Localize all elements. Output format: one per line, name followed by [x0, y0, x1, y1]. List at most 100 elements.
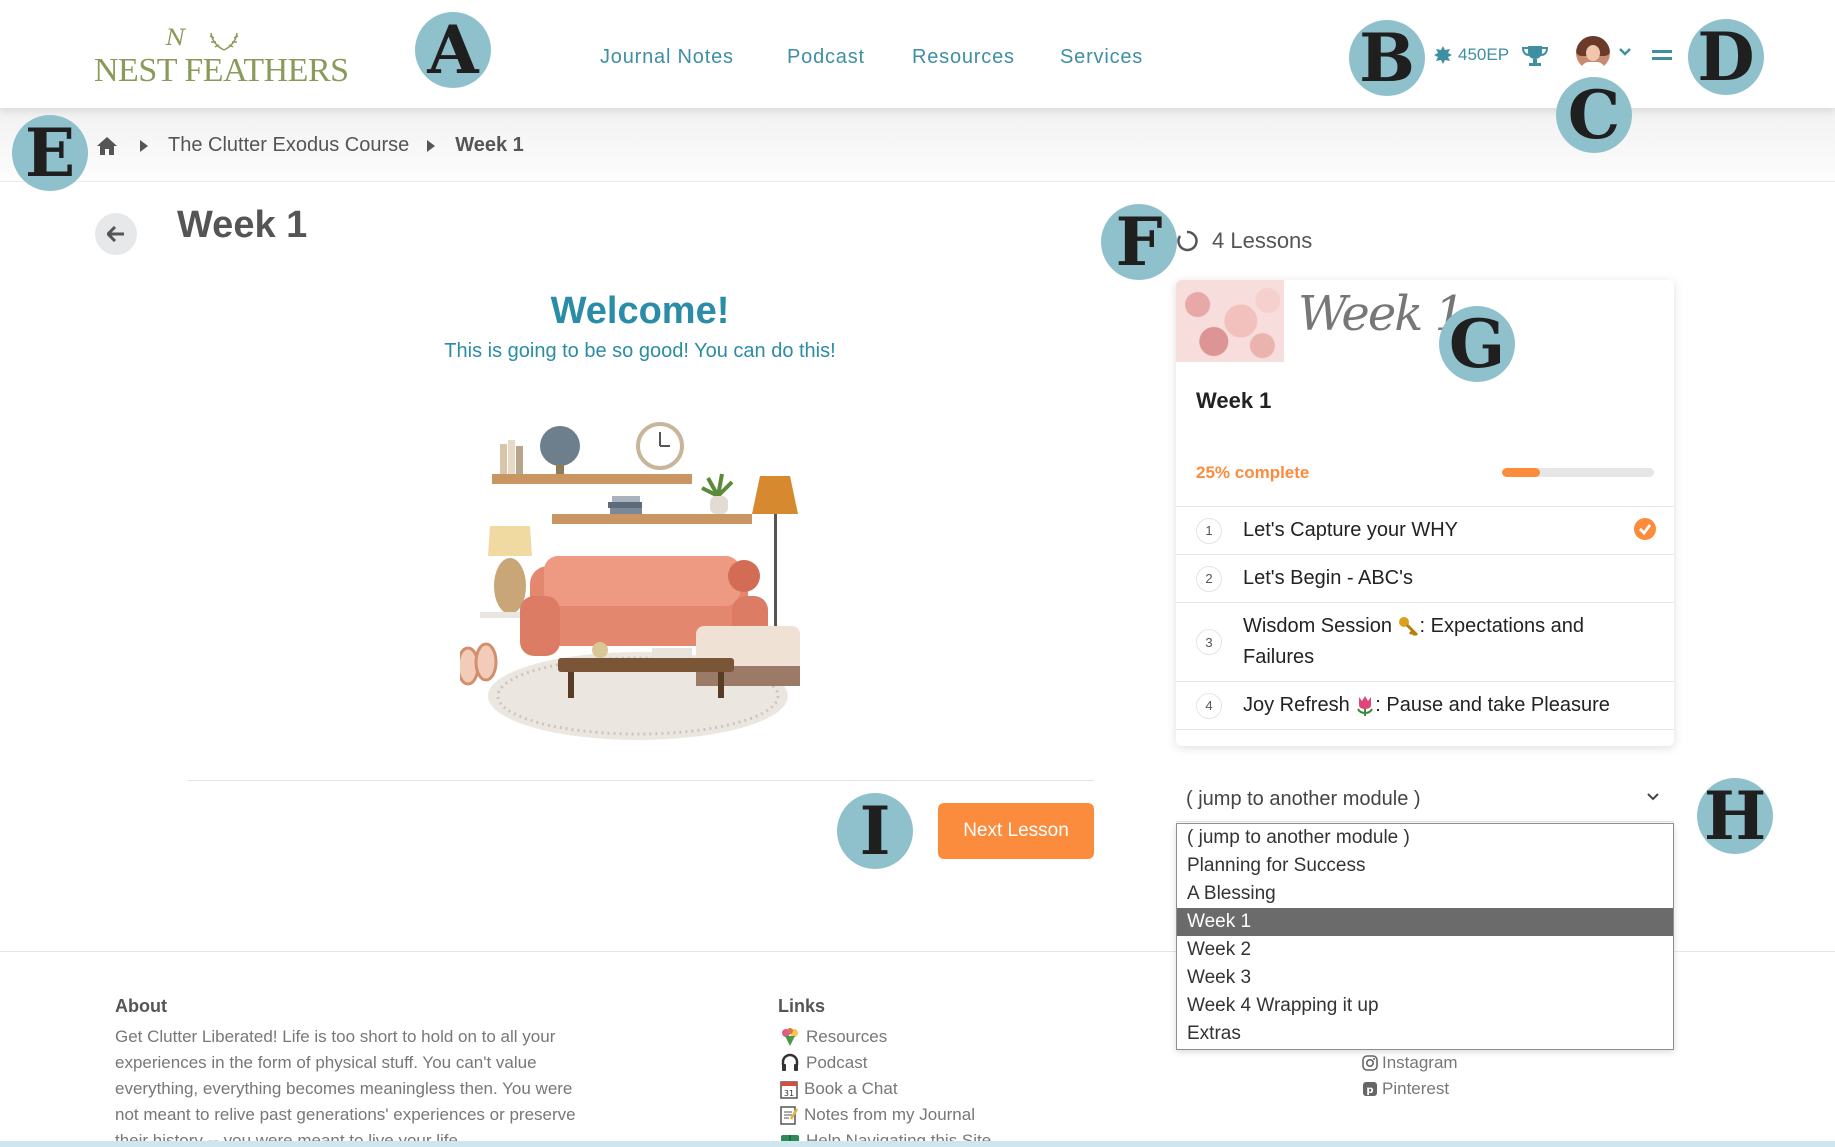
jump-select-value: ( jump to another module ) [1186, 788, 1421, 810]
footer-social-pinterest[interactable]: p Pinterest [1362, 1076, 1458, 1102]
flowers-image [1176, 280, 1284, 362]
annotation-marker-i: I [837, 793, 913, 869]
footer-link-label: Notes from my Journal [804, 1105, 975, 1124]
lesson-item[interactable]: 4 Joy Refresh : Pause and take Pleasure [1176, 681, 1674, 730]
breadcrumb-current: Week 1 [455, 134, 524, 156]
living-room-illustration [460, 422, 800, 740]
footer-social: Instagram p Pinterest [1362, 1050, 1458, 1102]
nest-feathers-logo[interactable]: N NEST FEATHERS [94, 26, 349, 92]
pinterest-icon: p [1363, 1082, 1377, 1096]
annotation-marker-a: A [415, 12, 491, 88]
lesson-label[interactable]: Wisdom Session : Expectations and Failur… [1243, 611, 1623, 673]
jump-option[interactable]: ( jump to another module ) [1177, 824, 1673, 852]
hamburger-menu-icon[interactable] [1652, 50, 1672, 60]
avatar[interactable] [1576, 36, 1610, 70]
footer-links: Resources Podcast 31 Book a Chat Notes f… [780, 1024, 991, 1147]
nav-journal-notes[interactable]: Journal Notes [600, 46, 734, 69]
footer-social-label: Instagram [1382, 1053, 1458, 1072]
footer-link-notes[interactable]: Notes from my Journal [780, 1102, 991, 1128]
lesson-number: 2 [1196, 565, 1222, 592]
progress-bar [1502, 468, 1654, 477]
home-icon[interactable] [96, 136, 118, 156]
lesson-label[interactable]: Let's Capture your WHY [1243, 515, 1623, 546]
tulip-icon [1357, 695, 1374, 716]
next-lesson-button[interactable]: Next Lesson [938, 803, 1094, 859]
site-header: N NEST FEATHERS Journal Notes Podcast Re… [0, 0, 1835, 108]
nav-podcast[interactable]: Podcast [787, 46, 865, 69]
svg-text:p: p [1366, 1085, 1373, 1096]
annotation-marker-b: B [1349, 20, 1425, 96]
bottom-strip [0, 1141, 1835, 1147]
lesson-number: 4 [1196, 692, 1222, 719]
annotation-marker-d: D [1688, 19, 1764, 95]
jump-option[interactable]: A Blessing [1177, 880, 1673, 908]
ep-points[interactable]: 450EP [1434, 45, 1509, 65]
lesson-number: 3 [1196, 629, 1222, 655]
jump-option[interactable]: Planning for Success [1177, 852, 1673, 880]
footer-link-book-a-chat[interactable]: 31 Book a Chat [780, 1076, 991, 1102]
lesson-list: 1 Let's Capture your WHY 2 Let's Begin -… [1176, 506, 1674, 730]
footer-link-label: Podcast [806, 1053, 868, 1072]
circle-progress-icon [1177, 230, 1198, 252]
jump-module-select[interactable]: ( jump to another module ) [1176, 776, 1674, 822]
key-icon [1398, 616, 1418, 636]
footer-link-label: Book a Chat [804, 1079, 898, 1098]
footer-link-podcast[interactable]: Podcast [780, 1050, 991, 1076]
memo-icon [780, 1106, 798, 1125]
jump-option[interactable]: Week 3 [1177, 964, 1673, 992]
progress-label: 25% complete [1196, 463, 1310, 482]
lesson-item[interactable]: 1 Let's Capture your WHY [1176, 506, 1674, 554]
ep-label: 450EP [1458, 45, 1510, 64]
annotation-marker-c: C [1556, 77, 1632, 153]
check-circle-icon [1634, 518, 1656, 540]
footer-link-resources[interactable]: Resources [780, 1024, 991, 1050]
footer-about-heading: About [115, 996, 167, 1016]
instagram-icon [1362, 1055, 1378, 1071]
arrow-left-icon [107, 226, 124, 242]
annotation-marker-h: H [1697, 778, 1773, 854]
jump-option[interactable]: Week 2 [1177, 936, 1673, 964]
lesson-label-part: : Pause and take Pleasure [1375, 694, 1610, 716]
banner-script-text: Week 1 [1298, 286, 1465, 342]
back-button[interactable] [95, 213, 137, 255]
annotation-marker-g: G [1439, 306, 1515, 382]
lesson-item[interactable]: 2 Let's Begin - ABC's [1176, 554, 1674, 602]
module-card: Week 1 Week 1 25% complete 1 Let's Captu… [1176, 280, 1674, 746]
footer-social-instagram[interactable]: Instagram [1362, 1050, 1458, 1076]
headphones-icon [781, 1053, 799, 1071]
lessons-count-label: 4 Lessons [1212, 228, 1313, 253]
caret-right-icon [140, 139, 148, 152]
content-divider [188, 780, 1094, 781]
nav-resources[interactable]: Resources [912, 46, 1015, 69]
footer-social-label: Pinterest [1382, 1079, 1450, 1098]
progress-fill [1502, 468, 1540, 477]
chevron-down-icon[interactable] [1618, 47, 1632, 57]
page-title: Week 1 [177, 204, 308, 246]
lesson-label-part: Joy Refresh [1243, 694, 1356, 716]
jump-option[interactable]: Extras [1177, 1020, 1673, 1048]
logo-wordmark: NEST FEATHERS [94, 52, 349, 89]
footer-about-text: Get Clutter Liberated! Life is too short… [115, 1027, 576, 1147]
footer-link-label: Resources [806, 1027, 888, 1046]
badge-icon [1434, 46, 1452, 64]
lesson-label[interactable]: Joy Refresh : Pause and take Pleasure [1243, 690, 1623, 721]
nav-services[interactable]: Services [1060, 46, 1143, 69]
breadcrumb-course[interactable]: The Clutter Exodus Course [168, 134, 409, 157]
module-banner: Week 1 [1176, 280, 1674, 362]
chevron-down-icon [1647, 793, 1659, 801]
jump-option-highlighted[interactable]: Week 1 [1177, 908, 1673, 936]
lesson-item[interactable]: 3 Wisdom Session : Expectations and Fail… [1176, 602, 1674, 681]
annotation-marker-e: E [12, 115, 88, 191]
module-title: Week 1 [1196, 388, 1272, 413]
lessons-count: 4 Lessons [1176, 228, 1312, 254]
lesson-number: 1 [1196, 517, 1222, 544]
caret-right-icon [427, 139, 436, 152]
logo-monogram: N [166, 26, 186, 51]
trophy-icon[interactable] [1522, 45, 1548, 67]
jump-option[interactable]: Week 4 Wrapping it up [1177, 992, 1673, 1020]
breadcrumb: The Clutter Exodus Course Week 1 [96, 134, 524, 157]
lesson-label-part: Wisdom Session [1243, 615, 1398, 637]
footer-links-heading: Links [778, 996, 826, 1016]
lesson-label[interactable]: Let's Begin - ABC's [1243, 563, 1623, 594]
flower-bouquet-icon [782, 1028, 798, 1046]
